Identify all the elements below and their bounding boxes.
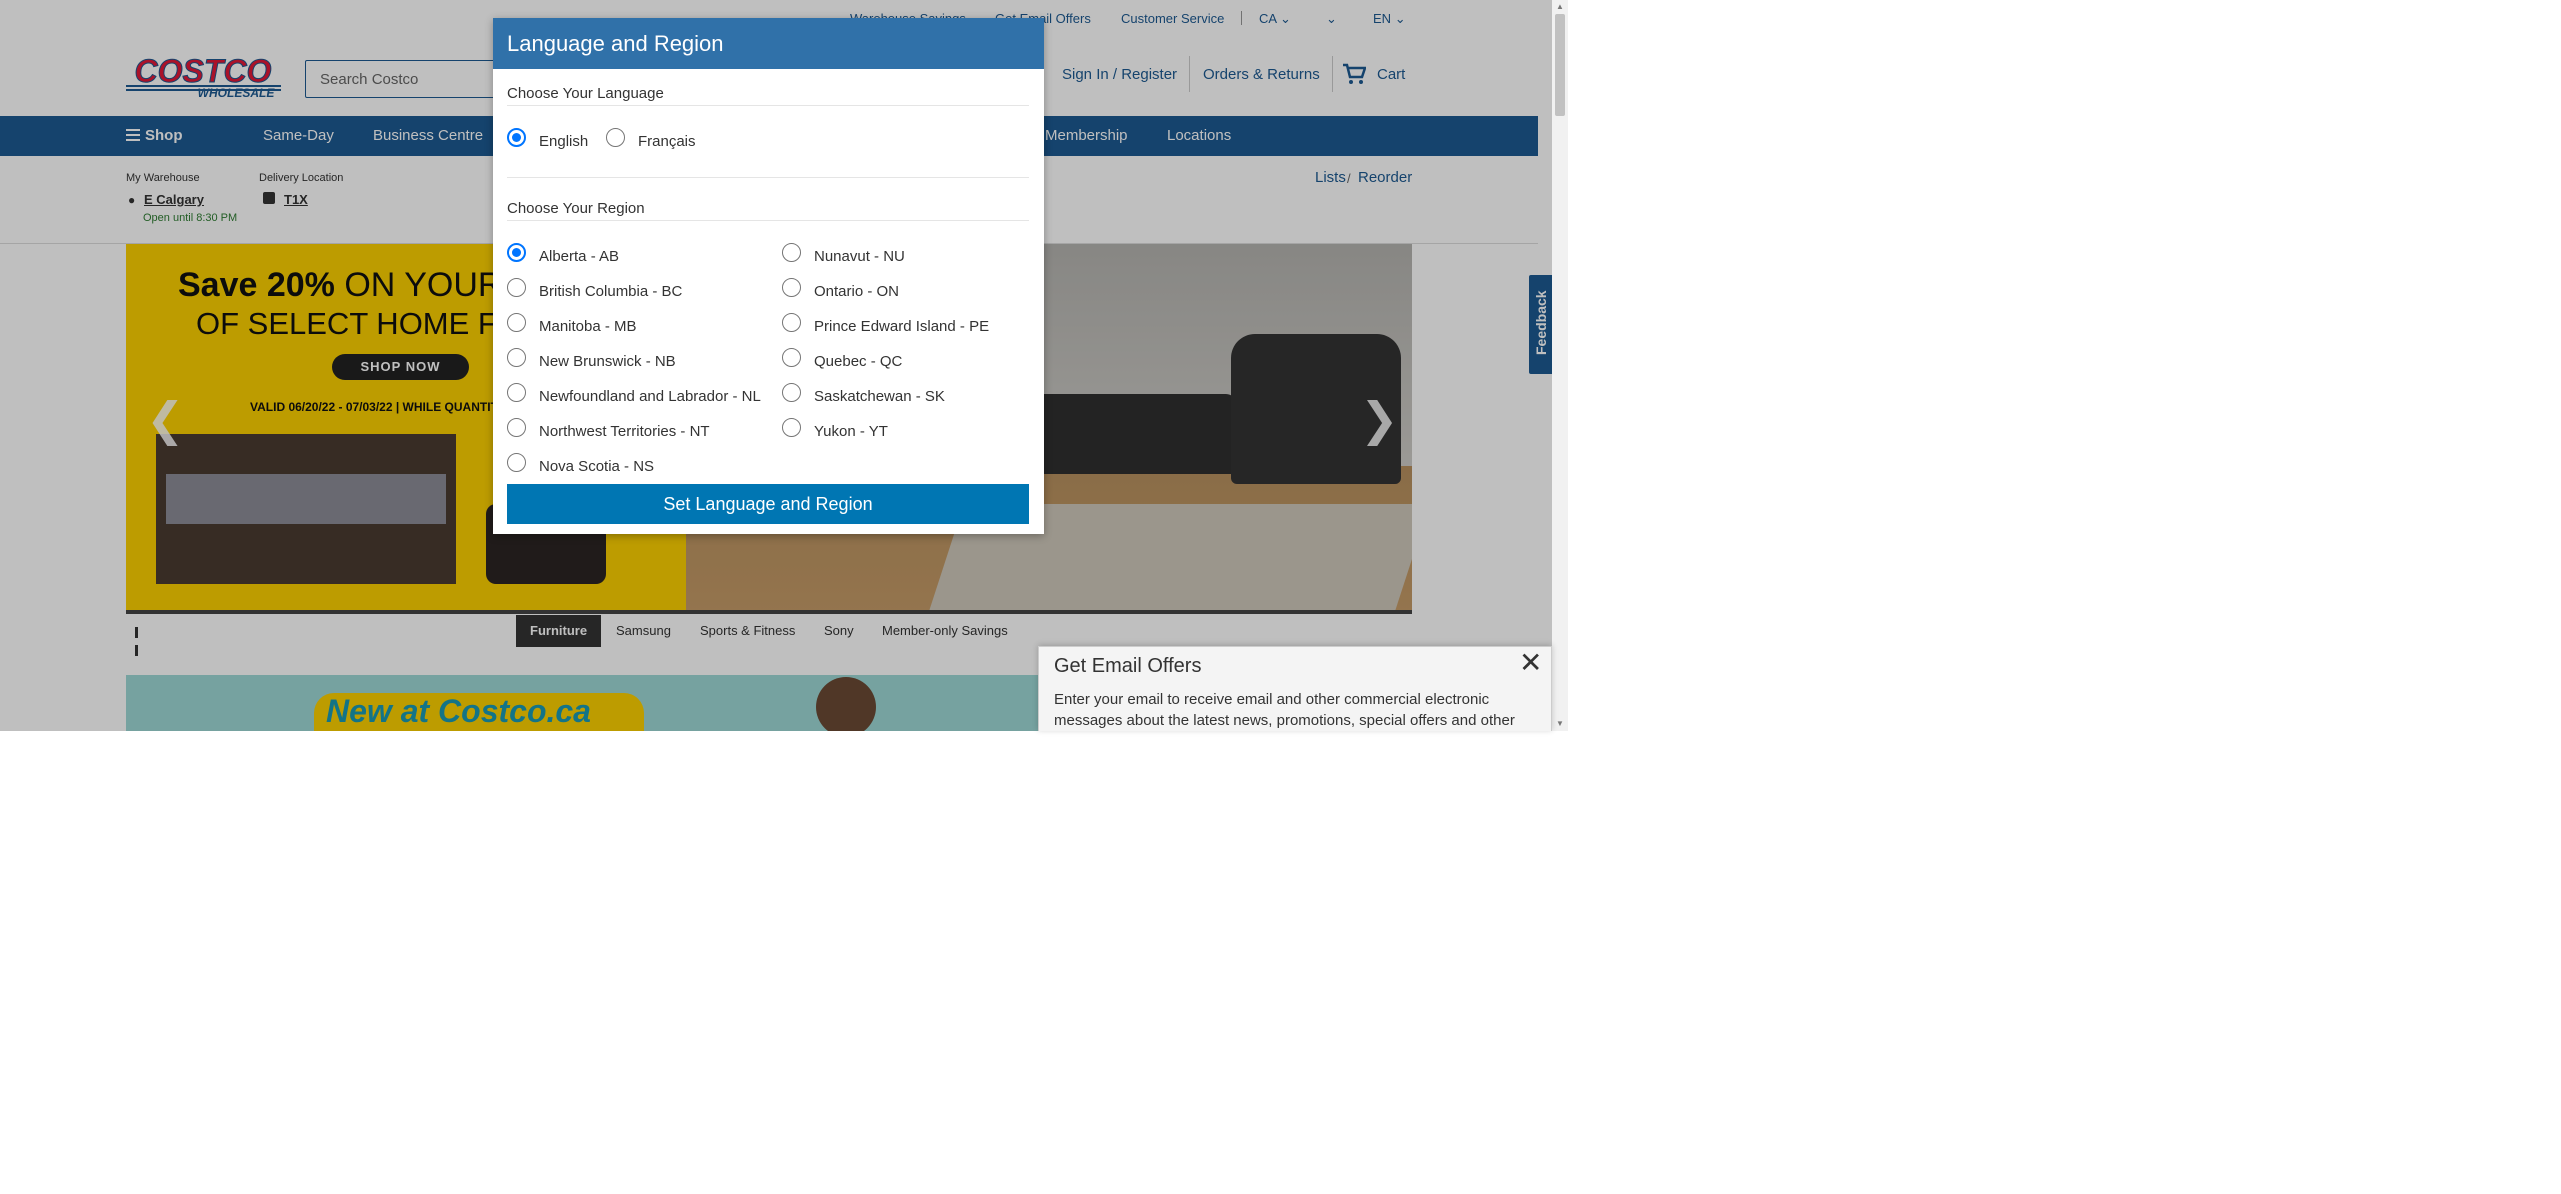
radio-british-columbia-label[interactable]: British Columbia - BC	[539, 283, 682, 300]
email-offers-text: Enter your email to receive email and ot…	[1054, 691, 1515, 729]
set-language-region-button[interactable]: Set Language and Region	[507, 484, 1029, 524]
page-scrollbar[interactable]: ▲ ▼	[1552, 0, 1568, 731]
radio-prince-edward-island-label[interactable]: Prince Edward Island - PE	[814, 318, 989, 335]
radio-british-columbia[interactable]	[507, 278, 526, 297]
divider	[507, 220, 1029, 221]
email-offers-title: Get Email Offers	[1054, 655, 1202, 677]
radio-alberta[interactable]	[507, 243, 526, 262]
radio-quebec-label[interactable]: Quebec - QC	[814, 353, 902, 370]
radio-newfoundland-label[interactable]: Newfoundland and Labrador - NL	[539, 388, 761, 405]
language-heading: Choose Your Language	[507, 85, 664, 102]
radio-yukon-label[interactable]: Yukon - YT	[814, 423, 888, 440]
radio-saskatchewan[interactable]	[782, 383, 801, 402]
radio-nova-scotia-label[interactable]: Nova Scotia - NS	[539, 458, 654, 475]
radio-english-label[interactable]: English	[539, 133, 588, 150]
radio-manitoba[interactable]	[507, 313, 526, 332]
radio-quebec[interactable]	[782, 348, 801, 367]
scroll-down-icon[interactable]: ▼	[1556, 719, 1564, 728]
radio-francais-label[interactable]: Français	[638, 133, 696, 150]
radio-saskatchewan-label[interactable]: Saskatchewan - SK	[814, 388, 945, 405]
radio-new-brunswick[interactable]	[507, 348, 526, 367]
radio-northwest-territories[interactable]	[507, 418, 526, 437]
radio-prince-edward-island[interactable]	[782, 313, 801, 332]
divider	[507, 177, 1029, 178]
language-region-dialog: Language and Region Choose Your Language…	[493, 18, 1044, 534]
radio-nova-scotia[interactable]	[507, 453, 526, 472]
radio-ontario[interactable]	[782, 278, 801, 297]
scroll-up-icon[interactable]: ▲	[1556, 2, 1564, 11]
divider	[507, 105, 1029, 106]
region-heading: Choose Your Region	[507, 200, 645, 217]
scroll-thumb[interactable]	[1555, 14, 1565, 116]
radio-yukon[interactable]	[782, 418, 801, 437]
radio-alberta-label[interactable]: Alberta - AB	[539, 248, 619, 265]
radio-manitoba-label[interactable]: Manitoba - MB	[539, 318, 637, 335]
radio-northwest-territories-label[interactable]: Northwest Territories - NT	[539, 423, 710, 440]
radio-new-brunswick-label[interactable]: New Brunswick - NB	[539, 353, 676, 370]
radio-english[interactable]	[507, 128, 526, 147]
close-icon[interactable]: ✕	[1519, 649, 1542, 677]
radio-francais[interactable]	[606, 128, 625, 147]
dialog-title: Language and Region	[493, 18, 1044, 69]
radio-newfoundland[interactable]	[507, 383, 526, 402]
radio-nunavut[interactable]	[782, 243, 801, 262]
radio-ontario-label[interactable]: Ontario - ON	[814, 283, 899, 300]
radio-nunavut-label[interactable]: Nunavut - NU	[814, 248, 905, 265]
email-offers-panel: Get Email Offers ✕ Enter your email to r…	[1038, 646, 1552, 731]
